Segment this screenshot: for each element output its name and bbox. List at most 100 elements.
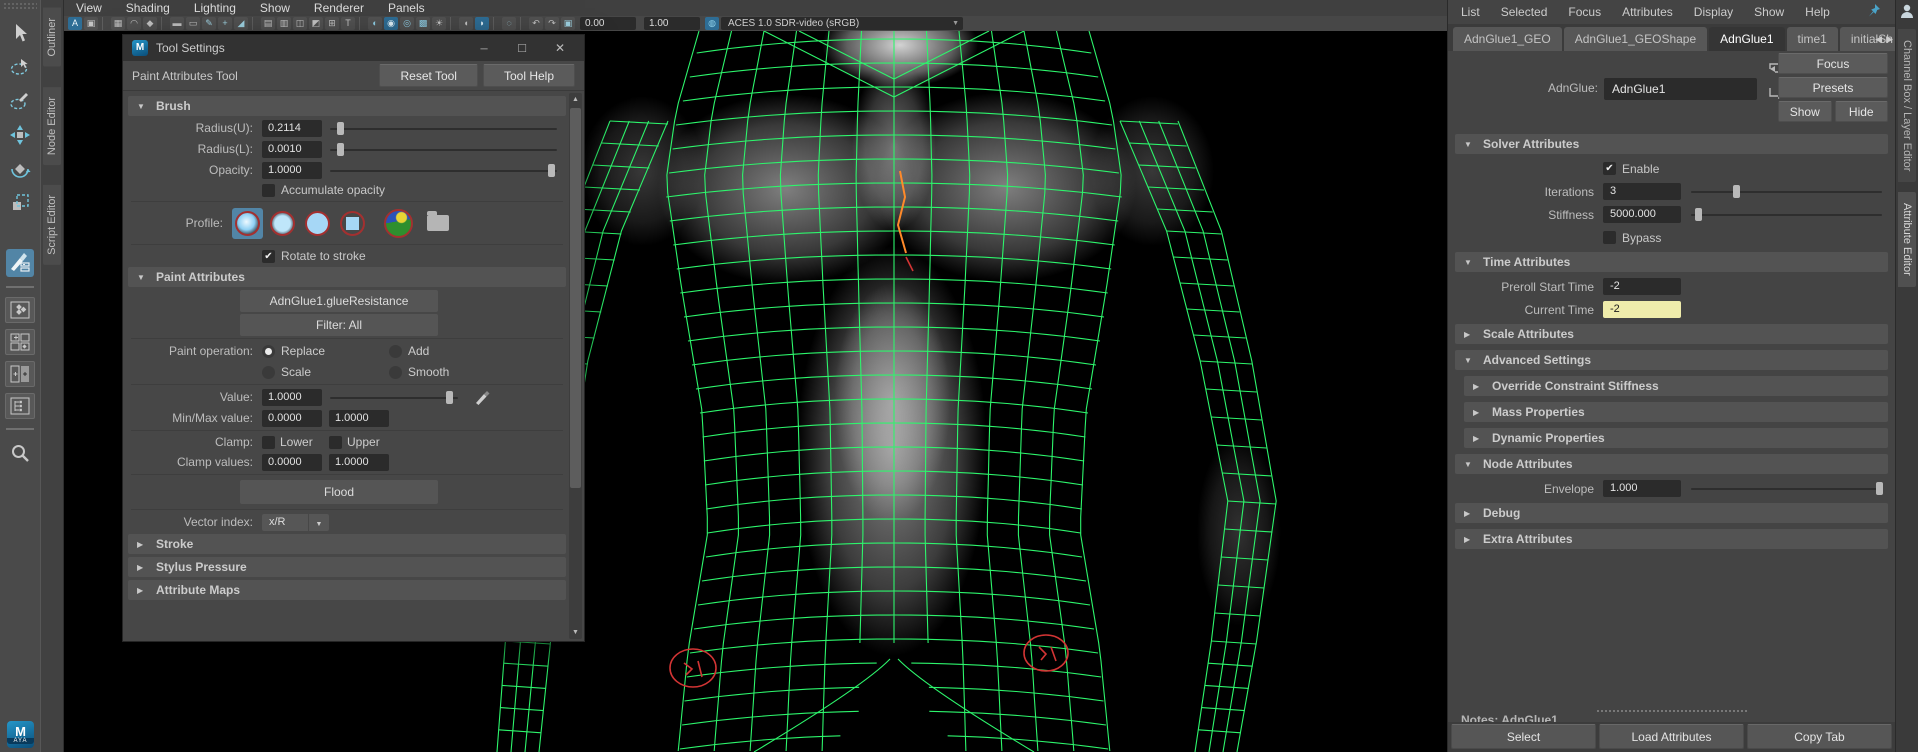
viewport-menu-item[interactable]: Lighting	[194, 0, 236, 16]
radius-u-field[interactable]: 0.2114	[262, 120, 322, 137]
paint-attribute-target-button[interactable]: AdnGlue1.glueResistance	[240, 290, 438, 312]
rotate-tool-button[interactable]	[6, 155, 34, 183]
attribute-editor-menu-item[interactable]: Attributes	[1622, 5, 1673, 19]
clamp-min-field[interactable]: 0.0000	[262, 454, 322, 471]
square-brush-button[interactable]	[337, 208, 368, 239]
ik-handle-icon[interactable]: ◢	[234, 17, 248, 30]
tab-outliner[interactable]: Outliner	[43, 8, 61, 67]
isolate-select-icon[interactable]: ◖	[459, 17, 473, 30]
exposure-field[interactable]: 0.00	[580, 17, 636, 30]
output-connections-icon[interactable]: ▥	[277, 17, 291, 30]
viewport-menu-item[interactable]: Show	[260, 0, 290, 16]
rotate-to-stroke-checkbox[interactable]	[262, 250, 275, 263]
paint-select-tool-button[interactable]	[6, 87, 34, 115]
envelope-slider[interactable]	[1691, 480, 1882, 497]
clamp-upper-checkbox[interactable]	[329, 436, 342, 449]
value-slider[interactable]	[330, 389, 458, 406]
browse-brush-folder-button[interactable]	[427, 215, 449, 231]
iterations-slider[interactable]	[1691, 183, 1882, 200]
node-attributes-header[interactable]: Node Attributes	[1455, 454, 1888, 474]
focus-button[interactable]: Focus	[1778, 53, 1888, 74]
paint-attributes-section-header[interactable]: Paint Attributes	[128, 267, 566, 287]
stiffness-slider[interactable]	[1691, 206, 1882, 223]
resolution-gate-icon[interactable]: ↷	[545, 17, 559, 30]
scroll-down-arrow-icon[interactable]	[569, 626, 582, 639]
opacity-slider[interactable]	[330, 162, 557, 179]
radius-l-field[interactable]: 0.0010	[262, 141, 322, 158]
grease-pencil-icon[interactable]: ✎	[202, 17, 216, 30]
hypergraph-icon[interactable]: ◫	[293, 17, 307, 30]
solid-brush-button[interactable]	[302, 208, 333, 239]
tab-channel-box-layer-editor[interactable]: Channel Box / Layer Editor	[1898, 29, 1916, 182]
maximize-button[interactable]	[507, 37, 537, 59]
attribute-editor-tab[interactable]: time1	[1787, 27, 1838, 51]
four-pane-layout-button[interactable]	[5, 329, 35, 355]
add-radio[interactable]	[389, 345, 402, 358]
node-name-field[interactable]: AdnGlue1	[1604, 78, 1757, 100]
advanced-settings-header[interactable]: Advanced Settings	[1455, 350, 1888, 370]
mass-properties-header[interactable]: Mass Properties	[1464, 402, 1888, 422]
snap-grid-icon[interactable]: ▦	[111, 17, 125, 30]
render-view-icon[interactable]: ◐	[368, 17, 382, 30]
replace-radio[interactable]	[262, 345, 275, 358]
reset-tool-button[interactable]: Reset Tool	[379, 64, 477, 87]
footer-button[interactable]: Select	[1451, 724, 1596, 749]
color-management-icon[interactable]: ◍	[705, 17, 719, 30]
attribute-editor-tab[interactable]: AdnGlue1	[1709, 27, 1784, 51]
time-attributes-header[interactable]: Time Attributes	[1455, 252, 1888, 272]
textured-view-icon[interactable]: ▩	[416, 17, 430, 30]
tool-help-button[interactable]: Tool Help	[483, 64, 575, 87]
wireframe-shaded-icon[interactable]: ◌	[502, 17, 516, 30]
vector-index-dropdown[interactable]: x/R	[262, 514, 308, 531]
graph-editor-icon[interactable]: ◩	[309, 17, 323, 30]
debug-header[interactable]: Debug	[1455, 503, 1888, 523]
scroll-up-arrow-icon[interactable]	[569, 93, 582, 106]
tab-scroll-right-icon[interactable]: ▶	[1886, 34, 1893, 45]
footer-button[interactable]: Load Attributes	[1599, 724, 1744, 749]
envelope-field[interactable]: 1.000	[1603, 480, 1681, 497]
joint-size-icon[interactable]: +	[218, 17, 232, 30]
viewport-menu-item[interactable]: Panels	[388, 0, 425, 16]
presets-button[interactable]: Presets	[1778, 77, 1888, 98]
snap-curve-icon[interactable]: ◠	[127, 17, 141, 30]
minimize-button[interactable]	[469, 37, 499, 59]
scale-attributes-header[interactable]: Scale Attributes	[1455, 324, 1888, 344]
viewport-menu-item[interactable]: Shading	[126, 0, 170, 16]
lasso-select-tool-button[interactable]	[6, 53, 34, 81]
smooth-radio[interactable]	[389, 366, 402, 379]
attribute-editor-menu-item[interactable]: Selected	[1501, 5, 1548, 19]
viewport-menu-item[interactable]: Renderer	[314, 0, 364, 16]
ipr-render-icon[interactable]: ◉	[384, 17, 398, 30]
solver-attributes-header[interactable]: Solver Attributes	[1455, 134, 1888, 154]
clamp-lower-checkbox[interactable]	[262, 436, 275, 449]
eyedropper-icon[interactable]	[474, 389, 492, 405]
radius-u-slider[interactable]	[330, 120, 557, 137]
image-brush-button[interactable]	[384, 209, 413, 238]
default-lighting-icon[interactable]: ☀	[432, 17, 446, 30]
render-settings-icon[interactable]: ◎	[400, 17, 414, 30]
dynamic-properties-header[interactable]: Dynamic Properties	[1464, 428, 1888, 448]
tool-settings-titlebar[interactable]: M Tool Settings	[123, 35, 584, 61]
notes-resize-grip[interactable]	[1597, 710, 1747, 712]
gaussian-brush-button[interactable]	[232, 208, 263, 239]
tab-script-editor[interactable]: Script Editor	[43, 185, 61, 265]
text-tool-icon[interactable]: T	[341, 17, 355, 30]
two-pane-layout-button[interactable]	[5, 361, 35, 387]
stroke-section-header[interactable]: Stroke	[128, 534, 566, 554]
input-connections-icon[interactable]: ▤	[261, 17, 275, 30]
close-button[interactable]	[545, 37, 575, 59]
vector-index-dropdown-arrow[interactable]	[308, 514, 329, 531]
accumulate-opacity-checkbox[interactable]	[262, 184, 275, 197]
colorspace-dropdown[interactable]: ACES 1.0 SDR-video (sRGB)	[721, 17, 963, 30]
outliner-layout-button[interactable]	[5, 393, 35, 419]
attribute-maps-section-header[interactable]: Attribute Maps	[128, 580, 566, 600]
override-constraint-stiffness-header[interactable]: Override Constraint Stiffness	[1464, 376, 1888, 396]
viewport-menu-item[interactable]: View	[76, 0, 102, 16]
xray-icon[interactable]: ◗	[475, 17, 489, 30]
field-chart-icon[interactable]: ↶	[529, 17, 543, 30]
tab-attribute-editor[interactable]: Attribute Editor	[1898, 192, 1916, 287]
attribute-editor-tab[interactable]: AdnGlue1_GEO	[1453, 27, 1562, 51]
toolbox-grip[interactable]	[3, 2, 37, 10]
current-time-field[interactable]: -2	[1603, 301, 1681, 318]
bypass-checkbox[interactable]	[1603, 231, 1616, 244]
